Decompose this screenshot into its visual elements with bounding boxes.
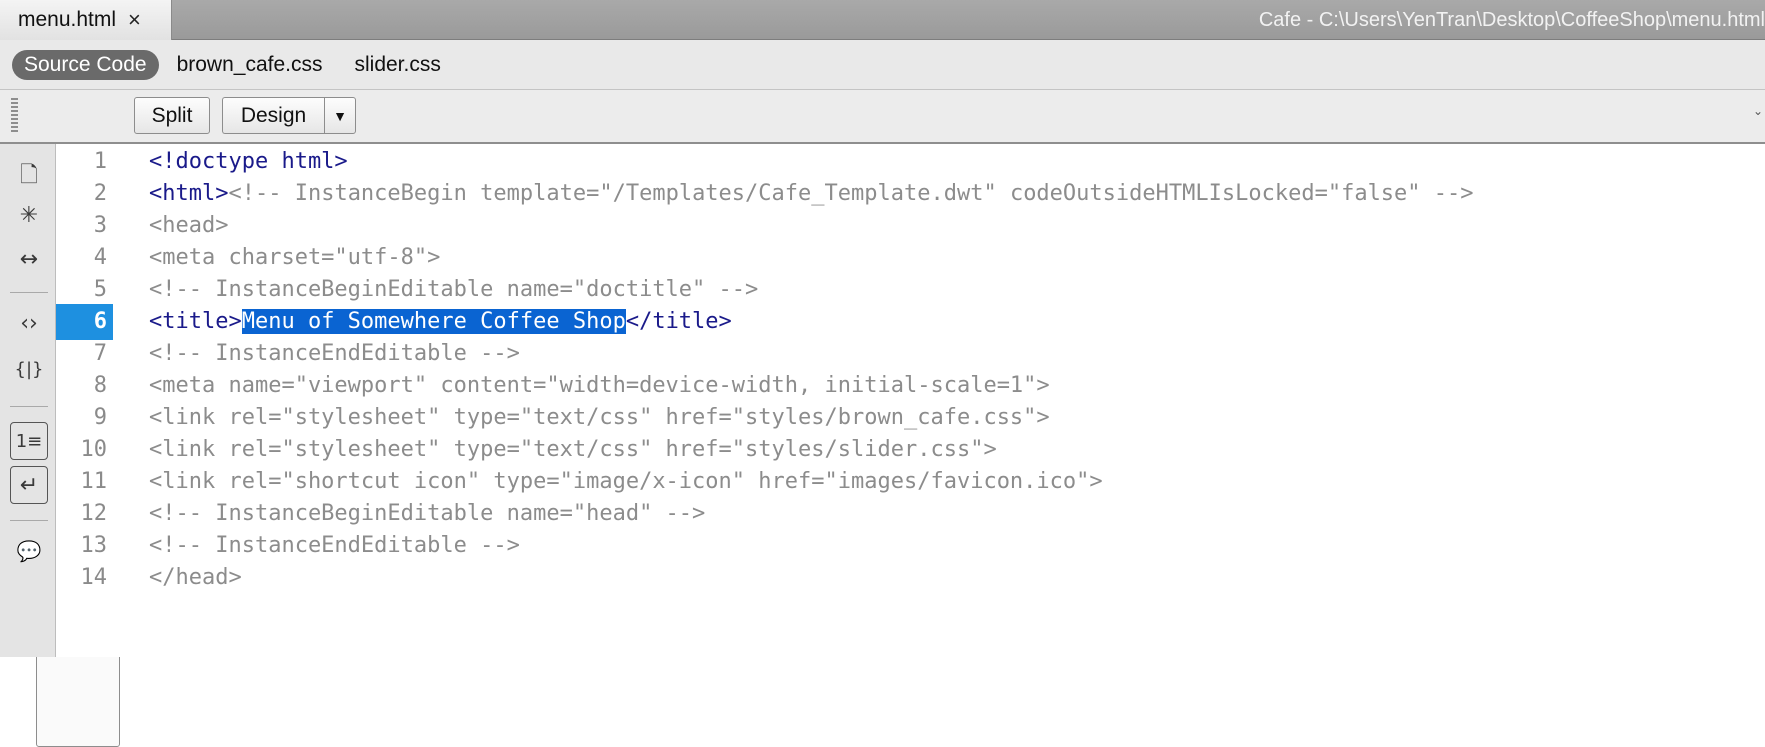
line-number: 7 <box>93 341 107 366</box>
line-number: 14 <box>80 565 108 590</box>
line-number: 1 <box>93 149 107 174</box>
code-line[interactable]: </head> <box>149 560 242 596</box>
line-number: 5 <box>93 277 107 302</box>
related-file-source-code[interactable]: Source Code <box>12 49 159 80</box>
toolbar-separator <box>10 406 48 407</box>
line-number: 3 <box>93 213 107 238</box>
code-tag: <!doctype html> <box>149 149 348 174</box>
line-number: 8 <box>93 373 107 398</box>
code-tag: <html> <box>149 181 229 206</box>
chevron-down-icon[interactable]: ▼ <box>324 97 356 134</box>
code-line[interactable]: <!-- InstanceBeginEditable name="head" -… <box>149 496 705 532</box>
selected-text[interactable]: Menu of Somewhere Coffee Shop <box>241 309 626 334</box>
balance-braces-icon[interactable]: {|} <box>10 350 48 388</box>
related-file-slider-css[interactable]: slider.css <box>354 53 440 77</box>
select-parent-tag-icon[interactable]: ‹› <box>10 304 48 342</box>
design-view-button[interactable]: Design <box>222 97 324 134</box>
line-number: 4 <box>93 245 107 270</box>
close-icon[interactable]: × <box>128 9 141 31</box>
code-line[interactable]: <meta name="viewport" content="width=dev… <box>149 368 1050 404</box>
code-text: <meta charset="utf-8"> <box>149 245 441 270</box>
code-line[interactable]: <link rel="stylesheet" type="text/css" h… <box>149 432 997 468</box>
word-wrap-icon[interactable]: ↵ <box>10 466 48 504</box>
code-text: <head> <box>149 213 229 238</box>
code-text: <link rel="stylesheet" type="text/css" h… <box>149 405 1050 430</box>
code-editor[interactable]: <!doctype html> <html><!-- InstanceBegin… <box>113 144 1765 657</box>
line-number: 10 <box>80 437 108 462</box>
code-line[interactable]: <!-- InstanceEndEditable --> <box>149 336 520 372</box>
code-text: <link rel="shortcut icon" type="image/x-… <box>149 469 1103 494</box>
code-line[interactable]: <html><!-- InstanceBegin template="/Temp… <box>149 176 1474 212</box>
code-line[interactable]: <head> <box>149 208 228 244</box>
related-file-brown-cafe-css[interactable]: brown_cafe.css <box>177 53 323 77</box>
code-line[interactable]: <!-- InstanceBeginEditable name="doctitl… <box>149 272 758 308</box>
line-number: 11 <box>80 469 108 494</box>
line-numbers-icon[interactable]: 1≡ <box>10 422 48 460</box>
line-number: 9 <box>93 405 107 430</box>
toolbar-separator <box>10 520 48 521</box>
document-tab-label: menu.html <box>18 8 117 31</box>
toolbar-separator <box>10 292 48 293</box>
line-number-gutter: 1 2 3 4 5 6 7 8 9 10 11 12 13 14 <box>56 144 113 657</box>
code-text: <!-- InstanceEndEditable --> <box>149 341 520 366</box>
code-line[interactable]: <!-- InstanceEndEditable --> <box>149 528 520 564</box>
code-line[interactable]: <link rel="shortcut icon" type="image/x-… <box>149 464 1103 500</box>
code-tag: <title> <box>149 309 242 334</box>
toolbar-grip[interactable] <box>11 98 18 134</box>
toolbar-overflow-icon[interactable]: ⌄ <box>1753 104 1763 118</box>
split-view-button[interactable]: Split <box>134 97 210 134</box>
code-line-current[interactable]: <title>Menu of Somewhere Coffee Shop</ti… <box>149 304 732 340</box>
related-files-bar: Source Code brown_cafe.css slider.css <box>0 40 1765 90</box>
code-line[interactable]: <!doctype html> <box>149 144 348 180</box>
line-number: 13 <box>80 533 108 558</box>
collapse-selection-icon[interactable]: ↔ <box>10 240 48 278</box>
document-tab[interactable]: menu.html × <box>0 0 172 40</box>
code-text: <!-- InstanceBegin template="/Templates/… <box>228 181 1474 206</box>
current-line-number: 6 <box>56 304 113 340</box>
code-line[interactable]: <meta charset="utf-8"> <box>149 240 440 276</box>
window-title-path: Cafe - C:\Users\YenTran\Desktop\CoffeeSh… <box>1258 8 1765 31</box>
code-text: <meta name="viewport" content="width=dev… <box>149 373 1050 398</box>
coding-toolbar: 🗋 ✳ ↔ ‹› {|} 1≡ ↵ 💬 <box>0 144 56 657</box>
line-number: 12 <box>80 501 108 526</box>
code-text: <link rel="stylesheet" type="text/css" h… <box>149 437 997 462</box>
collapse-full-tag-icon[interactable]: ✳ <box>10 196 48 234</box>
code-text: <!-- InstanceEndEditable --> <box>149 533 520 558</box>
code-tag: </title> <box>625 309 732 334</box>
apply-comment-icon[interactable]: 💬 <box>10 532 48 570</box>
code-text: <!-- InstanceBeginEditable name="head" -… <box>149 501 706 526</box>
code-text: </head> <box>149 565 242 590</box>
code-line[interactable]: <link rel="stylesheet" type="text/css" h… <box>149 400 1050 436</box>
open-documents-icon[interactable]: 🗋 <box>10 158 48 196</box>
code-text: <!-- InstanceBeginEditable name="doctitl… <box>149 277 759 302</box>
document-tab-bar: menu.html × Cafe - C:\Users\YenTran\Desk… <box>0 0 1765 40</box>
line-number: 2 <box>93 181 107 206</box>
document-toolbar: Code Split Design ▼ ⌄ <box>0 90 1765 747</box>
